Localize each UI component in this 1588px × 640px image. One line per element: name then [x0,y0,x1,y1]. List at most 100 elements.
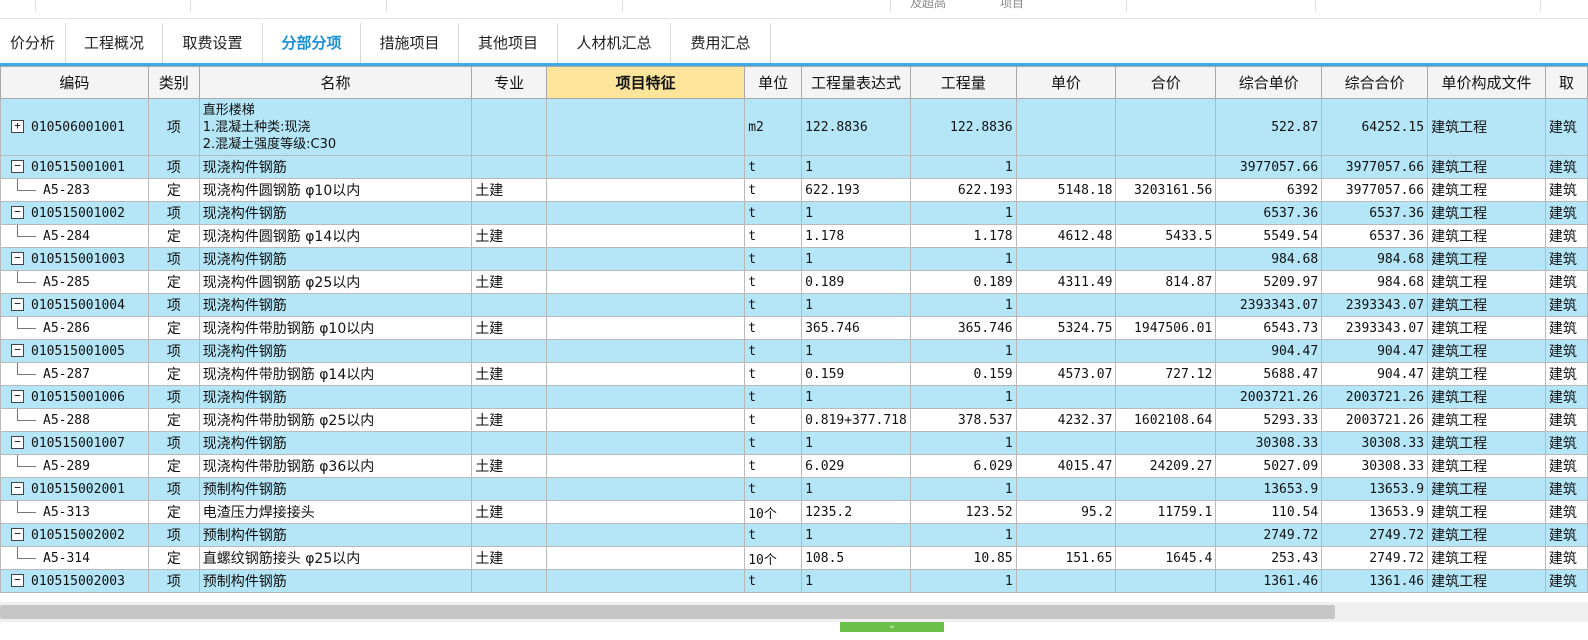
cell-composite-unit-price[interactable]: 13653.9 [1215,477,1323,501]
cell-total-price[interactable] [1115,569,1217,593]
cell-fee[interactable]: 建筑 [1544,362,1588,386]
cell-fee[interactable]: 建筑 [1544,477,1588,501]
cell-quantity[interactable]: 0.159 [909,362,1017,386]
cell-specialty[interactable]: 土建 [471,362,547,386]
cell-type[interactable]: 项 [147,431,200,455]
cell-item-feature[interactable] [545,408,746,432]
bill-item-row[interactable]: −010515002001 项预制构件钢筋 t 1 1 13653.9 13653.9 建筑工… [0,477,1588,501]
cell-unit[interactable]: t [744,201,803,225]
cell-type[interactable]: 定 [147,454,200,478]
cell-type[interactable]: 项 [147,247,200,271]
cell-code[interactable]: −010515001006 [0,385,149,409]
cell-item-feature[interactable] [545,477,746,501]
cell-unit-price[interactable]: 5148.18 [1015,178,1117,202]
cell-total-price[interactable]: 1645.4 [1115,546,1217,570]
cell-type[interactable]: 定 [147,546,200,570]
cell-composite-total[interactable]: 2749.72 [1321,546,1429,570]
cell-unit-price[interactable]: 151.65 [1015,546,1117,570]
cell-total-price[interactable] [1115,201,1217,225]
cell-item-feature[interactable] [545,98,746,156]
quota-row[interactable]: A5-286 定现浇构件带肋钢筋 φ10以内 土建 t 365.746 365.746 53… [0,316,1588,340]
cell-item-feature[interactable] [545,523,746,547]
cell-quantity[interactable]: 10.85 [909,546,1017,570]
cell-type[interactable]: 定 [147,362,200,386]
cell-composite-total[interactable]: 64252.15 [1321,98,1429,156]
cell-specialty[interactable]: 土建 [471,500,547,524]
cell-composite-total[interactable]: 13653.9 [1321,477,1429,501]
cell-composite-unit-price[interactable]: 5688.47 [1215,362,1323,386]
column-header-code[interactable]: 编码 [0,66,149,99]
cell-name[interactable]: 预制构件钢筋 [198,523,473,547]
cell-composite-unit-price[interactable]: 984.68 [1215,247,1323,271]
cell-total-price[interactable] [1115,293,1217,317]
cell-unit[interactable]: t [744,454,803,478]
cell-composite-unit-price[interactable]: 522.87 [1215,98,1323,156]
cell-item-feature[interactable] [545,362,746,386]
quota-row[interactable]: A5-287 定现浇构件带肋钢筋 φ14以内 土建 t 0.159 0.159 4573.0… [0,362,1588,386]
quota-row[interactable]: A5-288 定现浇构件带肋钢筋 φ25以内 土建 t 0.819+377.718 378… [0,408,1588,432]
tab-cost-summary[interactable]: 费用汇总 [671,23,771,63]
cell-unit-price[interactable] [1015,247,1117,271]
cell-name[interactable]: 现浇构件圆钢筋 φ14以内 [198,224,473,248]
cell-composite-total[interactable]: 1361.46 [1321,569,1429,593]
cell-specialty[interactable]: 土建 [471,546,547,570]
bill-item-row[interactable]: −010515001004 项现浇构件钢筋 t 1 1 2393343.07 2393343… [0,293,1588,317]
cell-specialty[interactable] [471,477,547,501]
cell-quantity-expression[interactable]: 365.746 [801,316,911,340]
cell-total-price[interactable] [1115,247,1217,271]
cell-type[interactable]: 项 [147,201,200,225]
cell-unit-price[interactable] [1015,477,1117,501]
cell-total-price[interactable] [1115,431,1217,455]
cell-quantity[interactable]: 378.537 [909,408,1017,432]
cell-type[interactable]: 项 [147,293,200,317]
cell-code[interactable]: −010515001007 [0,431,149,455]
cell-unit[interactable]: t [744,247,803,271]
minus-box-icon[interactable]: − [11,206,24,219]
minus-box-icon[interactable]: − [11,344,24,357]
cell-code[interactable]: +010506001001 [0,98,149,156]
cell-code[interactable]: A5-283 [0,178,149,202]
cell-specialty[interactable]: 土建 [471,316,547,340]
minus-box-icon[interactable]: − [11,574,24,587]
cell-unit-price[interactable]: 4612.48 [1015,224,1117,248]
cell-price-file[interactable]: 建筑工程 [1427,500,1546,524]
cell-specialty[interactable]: 土建 [471,270,547,294]
cell-item-feature[interactable] [545,385,746,409]
column-header-fee[interactable]: 取 [1544,66,1588,99]
minus-box-icon[interactable]: − [11,160,24,173]
bill-item-row[interactable]: −010515001002 项现浇构件钢筋 t 1 1 6537.36 6537.36 建筑工… [0,201,1588,225]
cell-quantity-expression[interactable]: 1235.2 [801,500,911,524]
cell-unit-price[interactable] [1015,569,1117,593]
cell-quantity[interactable]: 1 [909,477,1017,501]
cell-code[interactable]: −010515001004 [0,293,149,317]
cell-specialty[interactable] [471,431,547,455]
cell-quantity[interactable]: 1 [909,569,1017,593]
cell-total-price[interactable]: 1602108.64 [1115,408,1217,432]
cell-item-feature[interactable] [545,247,746,271]
cell-price-file[interactable]: 建筑工程 [1427,201,1546,225]
cell-composite-unit-price[interactable]: 6392 [1215,178,1323,202]
column-header-quantity[interactable]: 工程量 [909,66,1017,99]
cell-unit-price[interactable] [1015,523,1117,547]
cell-total-price[interactable]: 24209.27 [1115,454,1217,478]
cell-composite-total[interactable]: 904.47 [1321,362,1429,386]
cell-type[interactable]: 项 [147,569,200,593]
cell-total-price[interactable] [1115,523,1217,547]
cell-price-file[interactable]: 建筑工程 [1427,408,1546,432]
cell-specialty[interactable] [471,569,547,593]
cell-fee[interactable]: 建筑 [1544,201,1588,225]
cell-quantity[interactable]: 0.189 [909,270,1017,294]
bill-item-row[interactable]: −010515001005 项现浇构件钢筋 t 1 1 904.47 904.47 建筑工程建… [0,339,1588,363]
cell-total-price[interactable] [1115,385,1217,409]
cell-specialty[interactable] [471,385,547,409]
bill-item-row[interactable]: −010515001003 项现浇构件钢筋 t 1 1 984.68 984.68 建筑工程建… [0,247,1588,271]
cell-name[interactable]: 现浇构件钢筋 [198,155,473,179]
chevron-down-icon[interactable]: ⌄ [840,622,944,632]
cell-unit[interactable]: t [744,385,803,409]
cell-name[interactable]: 现浇构件带肋钢筋 φ14以内 [198,362,473,386]
cell-code[interactable]: A5-313 [0,500,149,524]
cell-type[interactable]: 定 [147,270,200,294]
cell-item-feature[interactable] [545,270,746,294]
cell-quantity[interactable]: 622.193 [909,178,1017,202]
minus-box-icon[interactable]: − [11,390,24,403]
